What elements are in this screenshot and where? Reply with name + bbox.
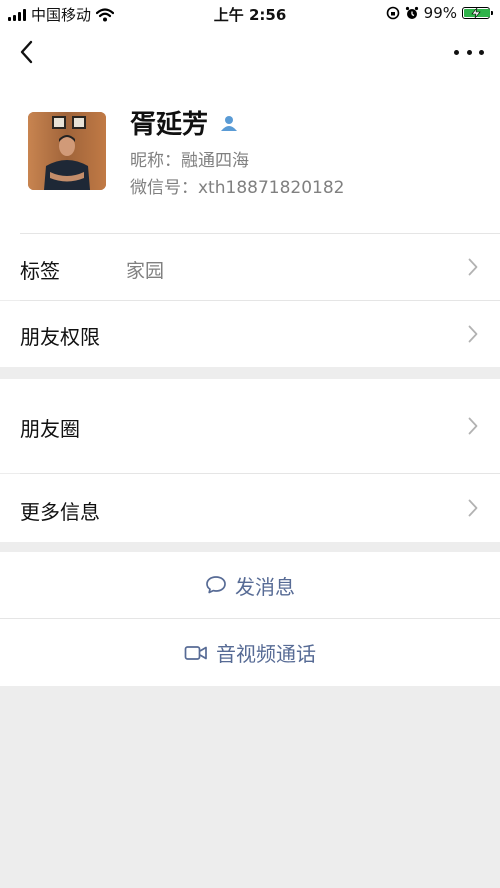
more-dots-icon[interactable] (454, 38, 484, 66)
send-message-label: 发消息 (235, 574, 295, 599)
chevron-right-icon (468, 258, 478, 276)
profile-card: 胥延芳 昵称：融通四海 微信号：xth18871820182 (0, 82, 500, 234)
avatar[interactable] (28, 112, 106, 190)
row-moments[interactable]: 朋友圈 (0, 379, 500, 473)
chevron-left-icon[interactable] (14, 38, 42, 66)
chevron-right-icon (468, 417, 478, 435)
chevron-right-icon (468, 499, 478, 517)
chat-bubble-icon (206, 576, 226, 594)
person-icon (221, 115, 238, 131)
profile-name-row: 胥延芳 (130, 104, 238, 141)
video-call-button[interactable]: 音视频通话 (0, 619, 500, 686)
profile-name: 胥延芳 (130, 110, 209, 140)
row-more-info[interactable]: 更多信息 (0, 474, 500, 542)
rotation-lock-icon (386, 6, 399, 20)
row-friend-permissions[interactable]: 朋友权限 (0, 301, 500, 367)
status-right: 99% (386, 4, 493, 22)
video-call-label: 音视频通话 (216, 642, 316, 666)
tags-value: 家园 (126, 260, 165, 282)
more-info-label: 更多信息 (20, 500, 100, 524)
moments-label: 朋友圈 (20, 417, 80, 441)
status-bar: 中国移动 上午 2:56 99% (0, 0, 500, 26)
row-tags[interactable]: 标签 家园 (0, 234, 500, 300)
battery-charging-icon (462, 7, 493, 19)
permissions-label: 朋友权限 (20, 325, 100, 349)
alarm-icon (405, 6, 418, 19)
video-camera-icon (184, 645, 207, 660)
tags-label: 标签 (20, 259, 60, 283)
wechat-id: 微信号：xth18871820182 (130, 178, 345, 198)
battery-percent: 99% (423, 4, 457, 22)
nav-bar (0, 26, 500, 82)
send-message-button[interactable]: 发消息 (0, 552, 500, 618)
chevron-right-icon (468, 325, 478, 343)
nickname: 昵称：融通四海 (130, 151, 249, 171)
